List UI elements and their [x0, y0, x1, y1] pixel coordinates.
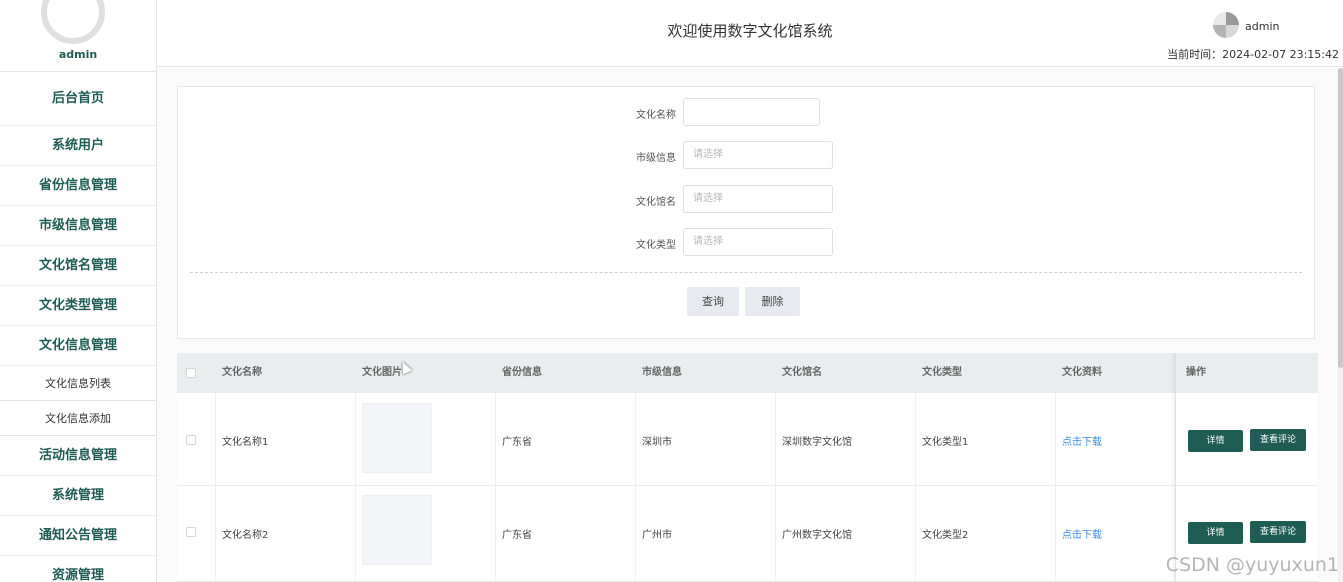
sidebar-item-resource[interactable]: 资源管理 — [0, 556, 156, 582]
hall-select[interactable]: 请选择 — [683, 185, 833, 213]
scrollbar[interactable] — [1338, 68, 1343, 582]
header-username[interactable]: admin — [1245, 20, 1279, 33]
field-label-hall: 文化馆名 — [636, 197, 676, 208]
download-link[interactable]: 点击下载 — [1055, 433, 1102, 448]
table-header: 文化名称 文化图片 省份信息 市级信息 文化馆名 文化类型 文化资料 操作 — [177, 353, 1318, 393]
cell-hall: 深圳数字文化馆 — [782, 437, 852, 448]
data-table: 文化名称 文化图片 省份信息 市级信息 文化馆名 文化类型 文化资料 操作 文化… — [177, 353, 1318, 582]
city-select[interactable]: 请选择 — [683, 141, 833, 169]
sidebar-item-province[interactable]: 省份信息管理 — [0, 166, 156, 206]
view-comments-button[interactable]: 查看评论 — [1250, 429, 1306, 451]
sidebar-profile: admin — [0, 0, 156, 72]
row-checkbox[interactable] — [186, 527, 196, 537]
sidebar-item-activity[interactable]: 活动信息管理 — [0, 436, 156, 476]
page-title: 欢迎使用数字文化馆系统 — [667, 22, 833, 40]
select-all-checkbox[interactable] — [186, 368, 196, 378]
scrollbar-thumb[interactable] — [1338, 68, 1343, 368]
culture-image[interactable] — [362, 495, 432, 565]
sidebar-item-culture-info[interactable]: 文化信息管理 — [0, 326, 156, 366]
col-province: 省份信息 — [502, 367, 542, 378]
sidebar-item-home[interactable]: 后台首页 — [0, 72, 156, 126]
cell-city: 深圳市 — [642, 437, 672, 448]
divider — [190, 272, 1302, 273]
sidebar-item-system-users[interactable]: 系统用户 — [0, 126, 156, 166]
cell-province: 广东省 — [502, 437, 532, 448]
current-time: 当前时间：2024-02-07 23:15:42 — [1167, 48, 1339, 61]
detail-button[interactable]: 详情 — [1188, 430, 1243, 452]
col-culture-file: 文化资料 — [1062, 367, 1102, 378]
culture-type-select[interactable]: 请选择 — [683, 228, 833, 256]
col-city: 市级信息 — [642, 367, 682, 378]
detail-button[interactable]: 详情 — [1188, 522, 1243, 544]
table-row: 文化名称1 广东省 深圳市 深圳数字文化馆 文化类型1 点击下载 — [177, 393, 1318, 486]
app: admin 后台首页 系统用户 省份信息管理 市级信息管理 文化馆名管理 文化类… — [0, 0, 1343, 582]
col-culture-name: 文化名称 — [222, 367, 262, 378]
sidebar-item-notice[interactable]: 通知公告管理 — [0, 516, 156, 556]
cell-hall: 广州数字文化馆 — [782, 530, 852, 541]
cell-culture-name: 文化名称1 — [222, 437, 269, 448]
cell-city: 广州市 — [642, 530, 672, 541]
main-content: 文化名称 市级信息 请选择 文化馆名 请选择 文化类型 请选择 查询 删除 文化… — [157, 68, 1343, 582]
field-label-culture-type: 文化类型 — [636, 240, 676, 251]
sidebar-username: admin — [58, 48, 98, 61]
sidebar-item-system[interactable]: 系统管理 — [0, 476, 156, 516]
sidebar-item-culture-type[interactable]: 文化类型管理 — [0, 286, 156, 326]
field-label-city: 市级信息 — [636, 153, 676, 164]
sidebar-item-hall[interactable]: 文化馆名管理 — [0, 246, 156, 286]
search-panel: 文化名称 市级信息 请选择 文化馆名 请选择 文化类型 请选择 查询 删除 — [177, 86, 1315, 339]
cell-culture-name: 文化名称2 — [222, 530, 269, 541]
avatar[interactable] — [41, 0, 105, 44]
field-label-culture-name: 文化名称 — [636, 110, 676, 121]
table-row: 文化名称2 广东省 广州市 广州数字文化馆 文化类型2 点击下载 — [177, 486, 1318, 582]
sidebar-subitem-culture-list[interactable]: 文化信息列表 — [0, 366, 156, 401]
row-checkbox[interactable] — [186, 435, 196, 445]
actions-column: 详情 查看评论 详情 查看评论 — [1175, 353, 1318, 582]
cell-province: 广东省 — [502, 530, 532, 541]
col-culture-type: 文化类型 — [922, 367, 962, 378]
cell-culture-type: 文化类型1 — [922, 437, 969, 448]
sidebar-item-city[interactable]: 市级信息管理 — [0, 206, 156, 246]
watermark: CSDN @yuyuxun1 — [1165, 554, 1339, 576]
download-link[interactable]: 点击下载 — [1055, 526, 1102, 541]
cell-culture-type: 文化类型2 — [922, 530, 969, 541]
col-hall: 文化馆名 — [782, 367, 822, 378]
view-comments-button[interactable]: 查看评论 — [1250, 521, 1306, 543]
user-avatar-icon[interactable] — [1213, 12, 1239, 38]
query-button[interactable]: 查询 — [687, 287, 739, 316]
sidebar: admin 后台首页 系统用户 省份信息管理 市级信息管理 文化馆名管理 文化类… — [0, 0, 157, 582]
culture-name-input[interactable] — [683, 98, 820, 126]
sidebar-subitem-culture-add[interactable]: 文化信息添加 — [0, 401, 156, 436]
culture-image[interactable] — [362, 403, 432, 473]
delete-button[interactable]: 删除 — [745, 287, 800, 316]
header: 欢迎使用数字文化馆系统 admin 当前时间：2024-02-07 23:15:… — [157, 0, 1343, 67]
col-culture-image: 文化图片 — [362, 367, 402, 378]
